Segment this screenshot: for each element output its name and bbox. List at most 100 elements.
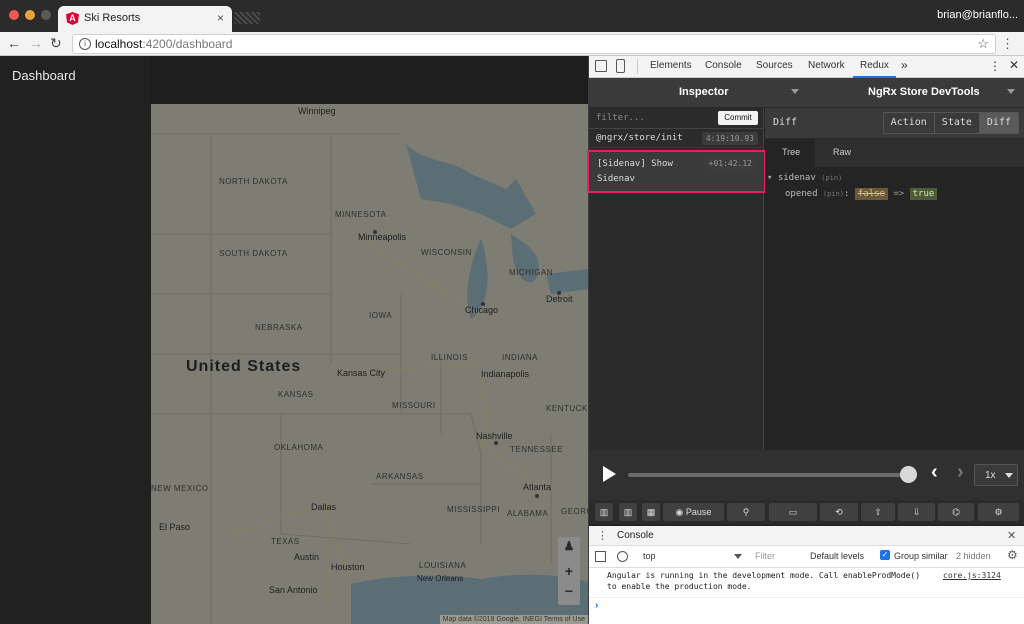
settings-gear-icon[interactable]: ⚙: [978, 503, 1019, 521]
reload-icon[interactable]: ↻: [50, 36, 62, 50]
action-list: filter... Commit @ngrx/store/init 4:19:1…: [587, 108, 766, 450]
close-window-button[interactable]: [9, 10, 19, 20]
pin-label[interactable]: (pin): [823, 190, 844, 198]
pin-label[interactable]: (pin): [821, 174, 842, 182]
tab-raw[interactable]: Raw: [833, 147, 851, 157]
forward-arrow-icon[interactable]: →: [29, 36, 43, 50]
tab-close-icon[interactable]: ×: [217, 11, 224, 25]
device-toolbar-icon[interactable]: [616, 59, 625, 73]
hidden-count: 2 hidden: [956, 551, 991, 561]
map-zoom-controls: ♟ + −: [558, 537, 580, 605]
speed-select[interactable]: 1x: [974, 464, 1018, 486]
bottom-pane-icon[interactable]: ▦: [642, 503, 660, 521]
angular-icon: A: [66, 12, 79, 25]
slider-track[interactable]: [628, 473, 910, 477]
console-settings-icon[interactable]: ⚙: [1007, 548, 1018, 562]
console-title[interactable]: Console: [617, 530, 654, 541]
drawer-menu-icon[interactable]: ⋮: [597, 529, 608, 542]
tab-elements[interactable]: Elements: [650, 60, 692, 71]
sidebar-toggle-icon[interactable]: [595, 551, 606, 562]
maximize-window-button[interactable]: [41, 10, 51, 20]
message-source-link[interactable]: core.js:3124: [943, 571, 1001, 580]
map[interactable]: United States NORTH DAKOTA SOUTH DAKOTA …: [151, 104, 588, 624]
state-mode-button[interactable]: State: [933, 113, 979, 133]
expand-triangle-icon[interactable]: ▾: [767, 173, 772, 183]
state-label: WISCONSIN: [421, 248, 472, 257]
bookmark-star-icon[interactable]: ☆: [977, 36, 989, 52]
city-label: New Orleans: [417, 574, 464, 583]
remote-icon[interactable]: ⌬: [938, 503, 974, 521]
clear-console-icon[interactable]: [617, 551, 628, 562]
right-pane-icon[interactable]: ▥: [619, 503, 637, 521]
commit-button[interactable]: Commit: [718, 111, 758, 125]
browser-menu-icon[interactable]: ⋮: [1001, 36, 1014, 52]
more-tabs-button[interactable]: »: [901, 58, 908, 72]
zoom-in-button[interactable]: +: [558, 563, 580, 579]
previous-action-icon[interactable]: ‹: [931, 461, 938, 484]
state-label: NEW MEXICO: [151, 484, 209, 493]
state-label: GEORGIA: [561, 507, 588, 516]
left-pane-icon[interactable]: ▥: [595, 503, 613, 521]
export-icon[interactable]: ⇧: [861, 503, 895, 521]
browser-tab[interactable]: A Ski Resorts ×: [58, 6, 232, 32]
url-field[interactable]: i localhost:4200/dashboard ☆: [72, 34, 996, 54]
sidenav-title[interactable]: Dashboard: [12, 68, 76, 83]
map-attribution[interactable]: Map data ©2018 Google, INEGI Terms of Us…: [439, 615, 588, 624]
devtools-menu-icon[interactable]: ⋮: [989, 59, 1001, 73]
log-levels-select[interactable]: Default levels: [810, 551, 864, 561]
devtools-close-icon[interactable]: ✕: [1009, 58, 1019, 72]
persist-icon[interactable]: ⟲: [820, 503, 858, 521]
back-arrow-icon[interactable]: ←: [7, 36, 21, 50]
console-toolbar: top Filter Default levels ✓ Group simila…: [589, 546, 1024, 568]
drawer-close-icon[interactable]: ✕: [1007, 529, 1016, 542]
profile-name[interactable]: brian@brianflo...: [937, 9, 1018, 21]
chevron-down-icon: [1005, 473, 1013, 478]
console-message: Angular is running in the development mo…: [589, 568, 1024, 598]
action-item-selected[interactable]: [Sidenav] Show Sidenav +01:42.12: [587, 150, 766, 193]
app-toolbar: [151, 56, 588, 104]
chevron-down-icon[interactable]: [1007, 89, 1015, 94]
monitor-select[interactable]: Inspector: [679, 86, 729, 98]
city-dot: [494, 441, 498, 445]
console-filter-input[interactable]: Filter: [751, 550, 803, 564]
slider-handle[interactable]: [900, 466, 917, 483]
tree-node-root[interactable]: ▾ sidenav (pin): [767, 173, 967, 183]
import-icon[interactable]: ⇩: [898, 503, 935, 521]
pause-button[interactable]: ◉ Pause: [663, 503, 724, 521]
new-tab-button[interactable]: [234, 12, 260, 24]
play-icon[interactable]: [603, 466, 616, 482]
tab-console[interactable]: Console: [705, 60, 742, 71]
instance-select[interactable]: NgRx Store DevTools: [868, 86, 980, 98]
zoom-out-button[interactable]: −: [558, 583, 580, 599]
chevron-down-icon[interactable]: [791, 89, 799, 94]
action-mode-button[interactable]: Action: [884, 113, 934, 133]
keyboard-icon[interactable]: ▭: [769, 503, 817, 521]
group-similar-label: Group similar: [894, 551, 948, 561]
speed-value: 1x: [985, 470, 996, 481]
context-select[interactable]: top: [643, 551, 656, 561]
tab-sources[interactable]: Sources: [756, 60, 793, 71]
tab-tree[interactable]: Tree: [765, 139, 815, 167]
minimize-window-button[interactable]: [25, 10, 35, 20]
tree-key: sidenav: [777, 173, 816, 183]
city-label: Houston: [331, 562, 365, 572]
city-label: Detroit: [546, 294, 573, 304]
url-text: localhost:4200/dashboard: [95, 37, 233, 51]
next-action-icon[interactable]: ›: [957, 461, 964, 484]
tab-redux[interactable]: Redux: [853, 56, 896, 78]
inspect-element-icon[interactable]: [595, 60, 607, 72]
filter-input[interactable]: filter...: [596, 113, 645, 123]
chevron-down-icon[interactable]: [734, 554, 742, 559]
pegman-icon[interactable]: ♟: [558, 539, 580, 553]
lock-changes-icon[interactable]: ⚲: [727, 503, 765, 521]
action-filter[interactable]: filter... Commit: [589, 108, 764, 129]
info-icon[interactable]: i: [79, 38, 91, 50]
action-time: 4:19:10.93: [701, 132, 758, 145]
tab-network[interactable]: Network: [808, 60, 845, 71]
diff-mode-button[interactable]: Diff: [978, 113, 1018, 133]
city-label: Austin: [294, 552, 320, 562]
sidenav: Dashboard: [0, 56, 151, 624]
console-prompt[interactable]: ›: [595, 600, 598, 611]
action-item[interactable]: @ngrx/store/init 4:19:10.93: [589, 129, 764, 148]
group-similar-checkbox[interactable]: ✓: [880, 550, 890, 560]
